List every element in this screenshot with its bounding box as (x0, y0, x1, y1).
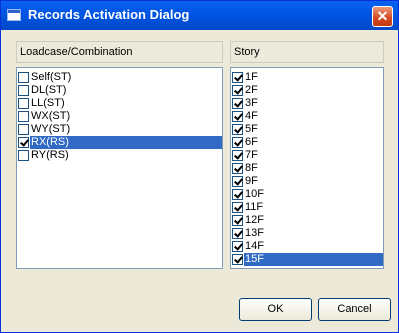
checkbox[interactable] (232, 202, 243, 213)
list-item[interactable]: 9F (231, 175, 383, 188)
list-item[interactable]: 10F (231, 188, 383, 201)
list-item[interactable]: WX(ST) (17, 110, 222, 123)
list-item-label: LL(ST) (31, 97, 65, 109)
loadcase-panel-header: Loadcase/Combination (16, 41, 223, 63)
list-item[interactable]: RY(RS) (17, 149, 222, 162)
checkbox[interactable] (232, 111, 243, 122)
list-item-label: WX(ST) (31, 110, 71, 122)
list-item-label: 3F (245, 97, 258, 109)
checkbox[interactable] (232, 85, 243, 96)
window-icon (7, 9, 21, 21)
list-item-label: 7F (245, 149, 258, 161)
close-icon: ✕ (376, 8, 389, 24)
checkbox[interactable] (232, 241, 243, 252)
checkbox[interactable] (18, 137, 29, 148)
list-item-label: DL(ST) (31, 84, 67, 96)
list-item-label: RY(RS) (31, 149, 69, 161)
list-item-label: WY(ST) (31, 123, 71, 135)
story-panel-header: Story (230, 41, 384, 63)
window-title: Records Activation Dialog (28, 7, 190, 22)
checkbox[interactable] (18, 72, 29, 83)
list-item-label: RX(RS) (30, 136, 222, 149)
checkbox[interactable] (232, 228, 243, 239)
list-item[interactable]: 7F (231, 149, 383, 162)
checkbox[interactable] (18, 98, 29, 109)
checkbox[interactable] (232, 150, 243, 161)
list-item-label: 12F (245, 214, 264, 226)
list-item[interactable]: LL(ST) (17, 97, 222, 110)
list-item[interactable]: 2F (231, 84, 383, 97)
checkbox[interactable] (232, 189, 243, 200)
list-item-label: 8F (245, 162, 258, 174)
checkbox[interactable] (232, 137, 243, 148)
checkbox[interactable] (18, 111, 29, 122)
list-item-label: 9F (245, 175, 258, 187)
list-item-label: Self(ST) (31, 71, 72, 83)
list-item[interactable]: RX(RS) (17, 136, 222, 149)
list-item[interactable]: 13F (231, 227, 383, 240)
loadcase-list[interactable]: Self(ST) DL(ST) LL(ST) WX(ST) WY(ST) RX(RS) RY… (16, 67, 223, 269)
checkbox[interactable] (232, 72, 243, 83)
list-item[interactable]: 4F (231, 110, 383, 123)
checkbox[interactable] (18, 85, 29, 96)
list-item[interactable]: 15F (231, 253, 383, 266)
list-item-label: 2F (245, 84, 258, 96)
cancel-button[interactable]: Cancel (318, 298, 391, 321)
checkbox[interactable] (232, 98, 243, 109)
list-item[interactable]: 5F (231, 123, 383, 136)
checkbox[interactable] (232, 163, 243, 174)
list-item[interactable]: Self(ST) (17, 71, 222, 84)
list-item[interactable]: 11F (231, 201, 383, 214)
list-item[interactable]: DL(ST) (17, 84, 222, 97)
ok-button[interactable]: OK (239, 298, 312, 321)
checkbox[interactable] (18, 150, 29, 161)
checkbox[interactable] (232, 215, 243, 226)
checkbox[interactable] (232, 124, 243, 135)
title-bar[interactable]: Records Activation Dialog ✕ (1, 1, 398, 30)
close-button[interactable]: ✕ (372, 6, 393, 27)
checkbox[interactable] (232, 176, 243, 187)
checkbox[interactable] (232, 254, 243, 265)
list-item[interactable]: 3F (231, 97, 383, 110)
list-item[interactable]: 6F (231, 136, 383, 149)
list-item[interactable]: WY(ST) (17, 123, 222, 136)
list-item-label: 1F (245, 71, 258, 83)
list-item-label: 13F (245, 227, 264, 239)
list-item-label: 14F (245, 240, 264, 252)
list-item-label: 6F (245, 136, 258, 148)
list-item[interactable]: 14F (231, 240, 383, 253)
list-item[interactable]: 1F (231, 71, 383, 84)
list-item-label: 10F (245, 188, 264, 200)
list-item-label: 4F (245, 110, 258, 122)
list-item-label: 11F (245, 201, 264, 213)
dialog-window: Records Activation Dialog ✕ Loadcase/Com… (0, 0, 399, 333)
checkbox[interactable] (18, 124, 29, 135)
list-item[interactable]: 12F (231, 214, 383, 227)
story-list[interactable]: 1F 2F 3F 4F 5F 6F 7F 8F 9F 10F 11F 12F 13F 14F 15F (230, 67, 384, 269)
list-item-label: 5F (245, 123, 258, 135)
list-item-label: 15F (244, 253, 383, 266)
list-item[interactable]: 8F (231, 162, 383, 175)
